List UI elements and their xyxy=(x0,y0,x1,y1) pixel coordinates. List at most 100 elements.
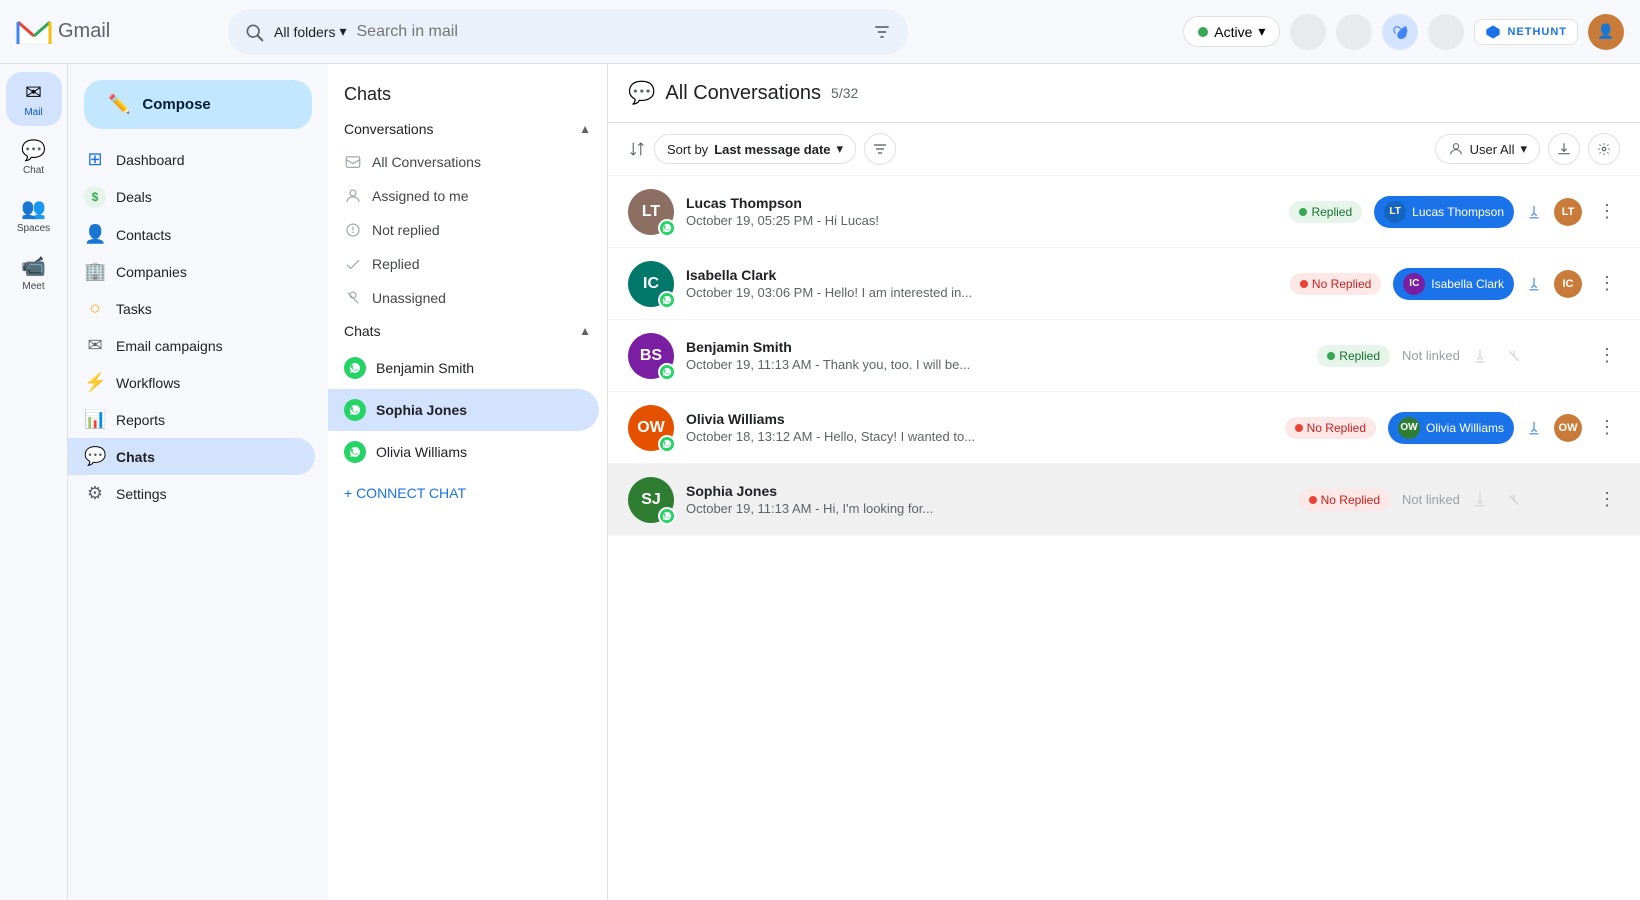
not-replied-icon xyxy=(344,221,362,239)
user-avatar[interactable]: 👤 xyxy=(1588,14,1624,50)
assignee-name: Lucas Thompson xyxy=(1412,205,1504,219)
dashboard-icon: ⊞ xyxy=(84,149,106,170)
sort-chevron-icon: ▾ xyxy=(837,141,844,157)
conv-preview: October 19, 11:13 AM - Thank you, too. I… xyxy=(686,357,1305,372)
conv-not-replied[interactable]: Not replied xyxy=(328,213,607,247)
assignee-name: Olivia Williams xyxy=(1426,421,1504,435)
pin-icon[interactable] xyxy=(1520,270,1548,298)
conversations-chevron: ▲ xyxy=(579,122,591,136)
chats-panel: Chats Conversations ▲ All Conversations … xyxy=(328,64,608,900)
chat-icon: 💬 xyxy=(21,138,46,163)
compose-button[interactable]: ✏️ Compose xyxy=(84,80,312,129)
status-label: No Replied xyxy=(1312,277,1371,291)
nav-item-reports[interactable]: 📊 Reports xyxy=(68,401,315,438)
conv-unassigned[interactable]: Unassigned xyxy=(328,281,607,315)
conv-status: Replied xyxy=(1289,201,1362,223)
not-linked-label: Not linked xyxy=(1402,348,1460,363)
sort-value: Last message date xyxy=(714,142,830,157)
search-bar[interactable]: All folders ▾ xyxy=(228,9,908,55)
folder-selector[interactable]: All folders ▾ xyxy=(274,23,347,40)
table-row[interactable]: OW Olivia Williams October 18, 13:12 AM … xyxy=(608,392,1640,464)
conv-all[interactable]: All Conversations xyxy=(328,145,607,179)
whatsapp-badge xyxy=(658,219,676,237)
table-row[interactable]: SJ Sophia Jones October 19, 11:13 AM - H… xyxy=(608,464,1640,536)
whatsapp-logo xyxy=(349,362,361,374)
chip-avatar: IC xyxy=(1403,273,1425,295)
more-options-icon[interactable]: ⋮ xyxy=(1594,197,1620,226)
sidebar-item-spaces[interactable]: 👥 Spaces xyxy=(6,188,62,242)
nav-item-workflows[interactable]: ⚡ Workflows xyxy=(68,364,315,401)
conversations-icon: 💬 xyxy=(628,80,655,106)
conv-replied[interactable]: Replied xyxy=(328,247,607,281)
active-label: Active xyxy=(1214,24,1252,40)
active-status-button[interactable]: Active ▾ xyxy=(1183,16,1280,47)
download-button[interactable] xyxy=(1548,133,1580,165)
icon-button-4[interactable] xyxy=(1428,14,1464,50)
unpin-icon[interactable] xyxy=(1500,486,1528,514)
unpin-icon[interactable] xyxy=(1500,342,1528,370)
more-options-icon[interactable]: ⋮ xyxy=(1594,413,1620,442)
not-linked-label: Not linked xyxy=(1402,492,1460,507)
nav-item-contacts[interactable]: 👤 Contacts xyxy=(68,216,315,253)
nav-item-deals[interactable]: $ Deals xyxy=(68,178,315,216)
chat-item-sophia[interactable]: Sophia Jones xyxy=(328,389,599,431)
conv-status: No Replied xyxy=(1290,273,1381,295)
status-badge: No Replied xyxy=(1290,273,1381,295)
conversations-section-header[interactable]: Conversations ▲ xyxy=(328,113,607,145)
pin-icon[interactable] xyxy=(1520,414,1548,442)
conv-assigned[interactable]: Assigned to me xyxy=(328,179,607,213)
nav-item-settings[interactable]: ⚙ Settings xyxy=(68,475,315,512)
user-filter-icon xyxy=(1448,141,1464,157)
nav-item-dashboard[interactable]: ⊞ Dashboard xyxy=(68,141,315,178)
chats-section-header[interactable]: Chats ▲ xyxy=(328,315,607,347)
more-options-icon[interactable]: ⋮ xyxy=(1594,485,1620,514)
nethunt-badge[interactable]: NETHUNT xyxy=(1474,19,1578,45)
more-options-icon[interactable]: ⋮ xyxy=(1594,269,1620,298)
sidebar-item-meet[interactable]: 📹 Meet xyxy=(6,246,62,300)
nav-panel: ✏️ Compose ⊞ Dashboard $ Deals 👤 Contact… xyxy=(68,64,328,900)
icon-button-1[interactable] xyxy=(1290,14,1326,50)
pin-icon[interactable] xyxy=(1520,198,1548,226)
nav-item-tasks[interactable]: ○ Tasks xyxy=(68,290,315,327)
status-label: Replied xyxy=(1339,349,1380,363)
sort-button[interactable]: Sort by Last message date ▾ xyxy=(654,134,856,164)
status-dot xyxy=(1309,496,1317,504)
chat-item-olivia[interactable]: Olivia Williams xyxy=(328,431,599,473)
settings-gear-button[interactable] xyxy=(1588,133,1620,165)
pin-icon-disabled[interactable] xyxy=(1466,486,1494,514)
table-row[interactable]: LT Lucas Thompson October 19, 05:25 PM -… xyxy=(608,176,1640,248)
icon-button-2[interactable] xyxy=(1336,14,1372,50)
nav-item-chats[interactable]: 💬 Chats xyxy=(68,438,315,475)
more-options-icon[interactable]: ⋮ xyxy=(1594,341,1620,370)
gear-icon xyxy=(1597,142,1611,156)
table-row[interactable]: IC Isabella Clark October 19, 03:06 PM -… xyxy=(608,248,1640,320)
chats-chevron: ▲ xyxy=(579,324,591,338)
avatar-container: BS xyxy=(628,333,674,379)
chat-item-benjamin[interactable]: Benjamin Smith xyxy=(328,347,599,389)
status-dot xyxy=(1299,208,1307,216)
conv-preview: October 19, 11:13 AM - Hi, I'm looking f… xyxy=(686,501,1287,516)
nethunt-bird-icon-btn[interactable] xyxy=(1382,14,1418,50)
whatsapp-badge xyxy=(658,291,676,309)
table-row[interactable]: BS Benjamin Smith October 19, 11:13 AM -… xyxy=(608,320,1640,392)
avatar-container: IC xyxy=(628,261,674,307)
sidebar-item-chat[interactable]: 💬 Chat xyxy=(6,130,62,184)
filter-button[interactable] xyxy=(864,133,896,165)
contacts-icon: 👤 xyxy=(84,224,106,245)
main-area: ✉ Mail 💬 Chat 👥 Spaces 📹 Meet ✏️ Compose… xyxy=(0,64,1640,900)
content-title-area: 💬 All Conversations 5/32 xyxy=(628,80,858,106)
nav-item-companies[interactable]: 🏢 Companies xyxy=(68,253,315,290)
conversations-count: 5/32 xyxy=(831,85,858,101)
connect-chat-button[interactable]: + CONNECT CHAT xyxy=(328,473,607,513)
pin-icon-disabled[interactable] xyxy=(1466,342,1494,370)
left-sidebar: ✉ Mail 💬 Chat 👥 Spaces 📹 Meet xyxy=(0,64,68,900)
pencil-icon: ✏️ xyxy=(108,94,130,115)
conv-name: Isabella Clark xyxy=(686,267,1278,283)
search-input[interactable] xyxy=(357,23,863,41)
filter-adjust-icon[interactable] xyxy=(872,22,892,42)
user-filter-button[interactable]: User All ▾ xyxy=(1435,134,1540,164)
assignee-area: Not linked xyxy=(1402,342,1582,370)
sidebar-item-mail[interactable]: ✉ Mail xyxy=(6,72,62,126)
nav-item-email-campaigns[interactable]: ✉ Email campaigns xyxy=(68,327,315,364)
status-badge: Replied xyxy=(1289,201,1362,223)
